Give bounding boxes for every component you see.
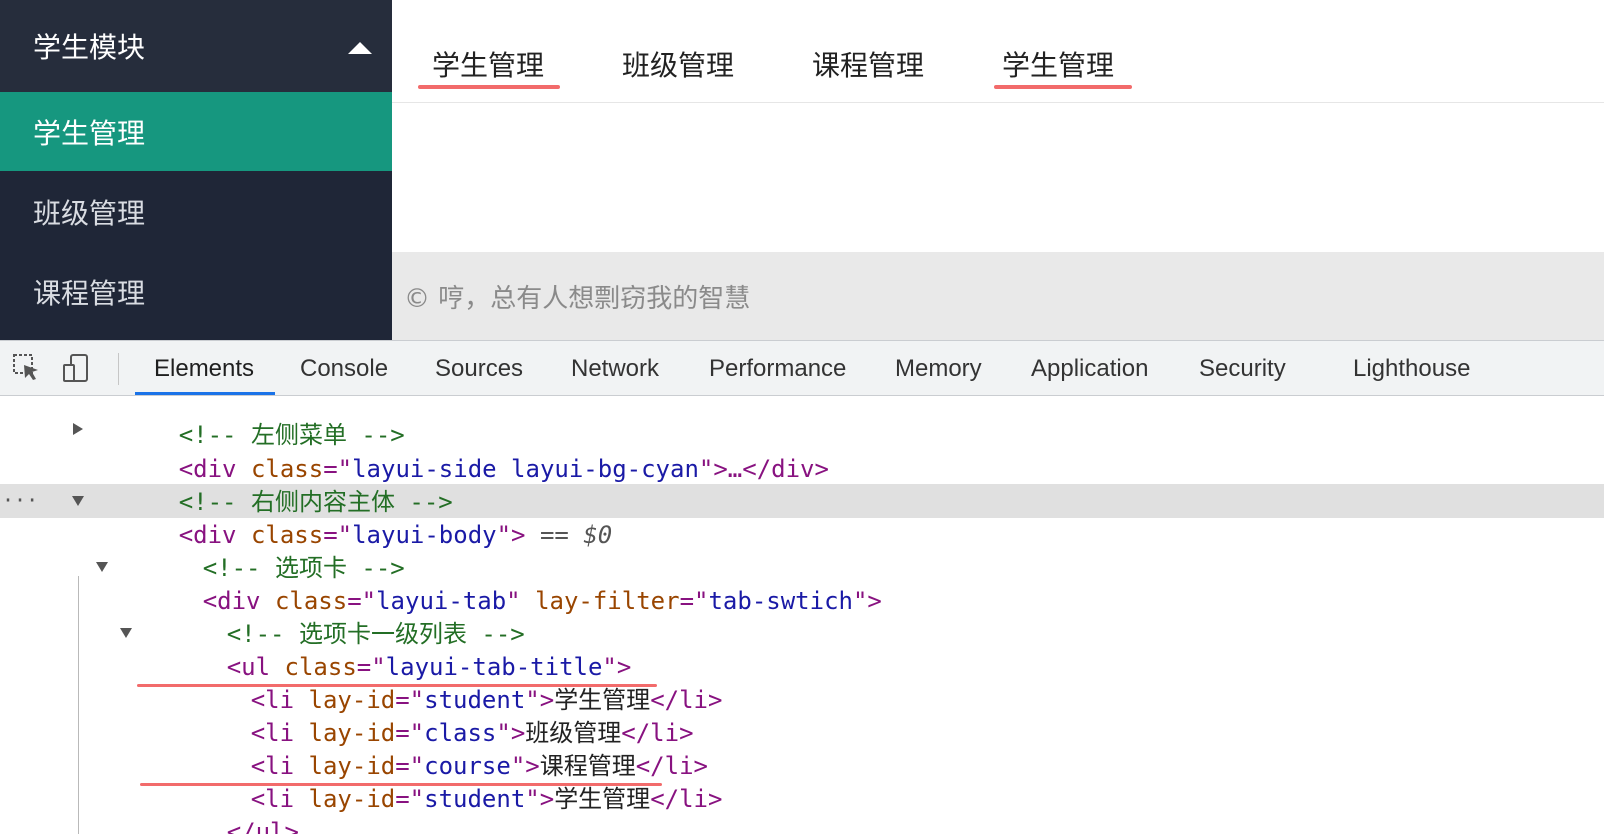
tab-student[interactable]: 学生管理 [432, 44, 544, 84]
tab-bar: 学生管理 班级管理 课程管理 学生管理 [392, 0, 1604, 103]
sidebar: 学生模块 学生管理 班级管理 课程管理 [0, 0, 392, 340]
annotation-underline [418, 85, 560, 89]
tab-lighthouse[interactable]: Lighthouse [1353, 355, 1470, 383]
dom-node-li[interactable]: <li lay-id="student">学生管理</li> [164, 748, 723, 813]
toolbar-divider [118, 353, 119, 385]
dom-node-li[interactable]: <li lay-id="course">课程管理</li> [164, 715, 708, 780]
device-toolbar-icon[interactable] [62, 353, 92, 383]
sidebar-item-student[interactable]: 学生管理 [0, 92, 392, 171]
dom-node-comment[interactable]: <!-- 选项卡一级列表 --> [140, 583, 525, 648]
expand-arrow-icon[interactable] [73, 423, 83, 435]
tab-student-duplicate[interactable]: 学生管理 [1002, 44, 1114, 84]
tree-guide-line [78, 576, 79, 834]
dom-tree: <!-- 左侧菜单 --> <div class="layui-side lay… [0, 396, 1604, 834]
annotation-underline [994, 85, 1132, 89]
devtools-panel: Elements Console Sources Network Perform… [0, 340, 1604, 834]
dom-node-comment[interactable]: <!-- 选项卡 --> [116, 517, 405, 582]
sidebar-item-label: 班级管理 [33, 197, 146, 230]
sidebar-item-label: 学生管理 [33, 117, 146, 150]
tab-network[interactable]: Network [571, 355, 659, 383]
dom-node-div-side[interactable]: <div class="layui-side layui-bg-cyan">…<… [92, 418, 829, 483]
dom-node-div-tab[interactable]: <div class="layui-tab" lay-filter="tab-s… [116, 550, 882, 615]
active-tab-indicator [135, 392, 275, 395]
tab-course[interactable]: 课程管理 [812, 44, 924, 84]
sidebar-module-title: 学生模块 [33, 31, 146, 64]
caret-up-icon [348, 42, 372, 54]
tab-class[interactable]: 班级管理 [622, 44, 734, 84]
tab-memory[interactable]: Memory [895, 355, 982, 383]
more-options-icon[interactable]: ··· [2, 488, 38, 512]
tab-elements[interactable]: Elements [154, 355, 254, 383]
footer-text: © 哼，总有人想剽窃我的智慧 [404, 284, 751, 314]
collapse-arrow-icon[interactable] [96, 562, 108, 572]
footer: © 哼，总有人想剽窃我的智慧 [392, 252, 1604, 340]
dom-node-li[interactable]: <li lay-id="student">学生管理</li> [164, 649, 723, 714]
tab-application[interactable]: Application [1031, 355, 1148, 383]
dom-node-comment[interactable]: <!-- 左侧菜单 --> [92, 396, 405, 449]
tab-console[interactable]: Console [300, 355, 388, 383]
dom-node-div-body[interactable]: <div class="layui-body"> == $0 [92, 484, 613, 549]
sidebar-item-course[interactable]: 课程管理 [0, 252, 392, 331]
app-window: 学生模块 学生管理 班级管理 课程管理 学生管理 班级管理 课程管理 学生管理 … [0, 0, 1604, 340]
collapse-arrow-icon[interactable] [120, 628, 132, 638]
sidebar-item-label: 课程管理 [33, 277, 146, 310]
sidebar-item-class[interactable]: 班级管理 [0, 172, 392, 251]
dom-node-comment[interactable]: <!-- 右侧内容主体 --> [92, 451, 453, 516]
tab-security[interactable]: Security [1199, 355, 1286, 383]
inspect-element-icon[interactable] [12, 353, 42, 383]
tab-sources[interactable]: Sources [435, 355, 523, 383]
sidebar-module-header[interactable]: 学生模块 [0, 0, 392, 92]
dom-node-ul[interactable]: <ul class="layui-tab-title"> [140, 616, 632, 681]
devtools-toolbar: Elements Console Sources Network Perform… [0, 341, 1604, 396]
collapse-arrow-icon[interactable] [72, 496, 84, 506]
tab-performance[interactable]: Performance [709, 355, 846, 383]
dom-node-li[interactable]: <li lay-id="class">班级管理</li> [164, 682, 694, 747]
dom-node-ul-close[interactable]: </ul> [140, 781, 299, 834]
